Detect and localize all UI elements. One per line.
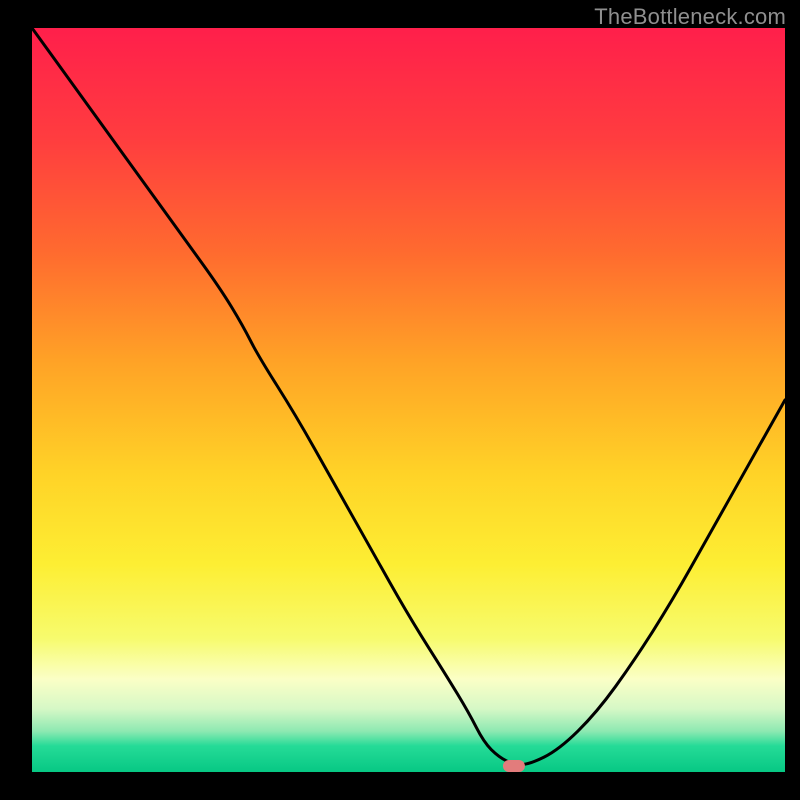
bottleneck-chart (0, 0, 800, 800)
plot-background (32, 28, 785, 772)
chart-frame: TheBottleneck.com (0, 0, 800, 800)
optimum-marker (503, 760, 525, 772)
